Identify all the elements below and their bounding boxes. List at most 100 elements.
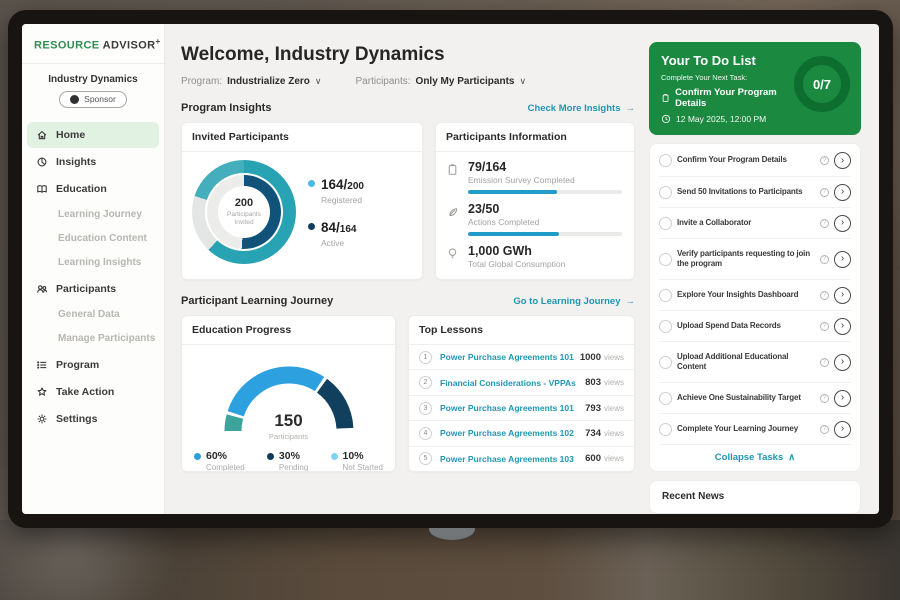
lesson-row: 3 Power Purchase Agreements 101 793 view… [409, 395, 634, 420]
progress-bar [468, 190, 622, 194]
top-lessons-card: Top Lessons 1 Power Purchase Agreements … [408, 315, 635, 472]
sidebar-item-label: Participants [56, 283, 116, 295]
invited-donut-body: 200 Participants Invited 164/200 Registe… [182, 152, 422, 272]
check-more-insights-link[interactable]: Check More Insights → [528, 103, 635, 114]
task-open-button[interactable]: › [834, 390, 851, 407]
task-label: Invite a Collaborator [677, 218, 815, 228]
lesson-views-suffix: views [604, 353, 624, 362]
info-icon[interactable]: ? [820, 156, 829, 165]
donut-center-label: Participants Invited [222, 211, 266, 228]
task-row[interactable]: Explore Your Insights Dashboard ? › [659, 279, 851, 310]
task-checkbox[interactable] [659, 320, 672, 333]
task-row[interactable]: Send 50 Invitations to Participants ? › [659, 176, 851, 207]
info-icon[interactable]: ? [820, 188, 829, 197]
sidebar: RESOURCE ADVISOR+ Industry Dynamics Spon… [22, 24, 165, 514]
sidebar-item-learning-insights[interactable]: Learning Insights [22, 251, 164, 275]
todo-progress-ring: 0/7 [794, 56, 850, 112]
info-icon[interactable]: ? [820, 322, 829, 331]
lesson-title-link[interactable]: Power Purchase Agreements 101 [440, 352, 580, 362]
task-checkbox[interactable] [659, 356, 672, 369]
legend-pct: 60% [206, 450, 227, 462]
stat-emission-survey: 79/164 Emission Survey Completed [436, 152, 634, 194]
clipboard-icon [661, 93, 670, 103]
info-icon[interactable]: ? [820, 358, 829, 367]
education-legend: 60% Completed 30% Pending 10% Not Starte… [182, 441, 395, 472]
task-open-button[interactable]: › [834, 354, 851, 371]
go-to-learning-journey-link[interactable]: Go to Learning Journey → [513, 296, 635, 307]
stat-label: Total Global Consumption [468, 259, 622, 269]
chevron-right-icon: › [841, 217, 844, 228]
invited-participants-card: Invited Participants 200 Participants In… [181, 122, 423, 280]
star-action-icon [36, 386, 48, 398]
info-icon[interactable]: ? [820, 394, 829, 403]
collapse-tasks-link[interactable]: Collapse Tasks ∧ [659, 444, 851, 470]
lesson-title-link[interactable]: Power Purchase Agreements 103 [440, 454, 585, 464]
sidebar-item-take-action[interactable]: Take Action [27, 379, 159, 405]
chevron-right-icon: › [841, 392, 844, 403]
task-open-button[interactable]: › [834, 421, 851, 438]
sidebar-item-settings[interactable]: Settings [27, 406, 159, 432]
logo-primary: RESOURCE [34, 40, 100, 52]
task-checkbox[interactable] [659, 392, 672, 405]
task-row[interactable]: Achieve One Sustainability Target ? › [659, 382, 851, 413]
task-checkbox[interactable] [659, 217, 672, 230]
task-row[interactable]: Complete Your Learning Journey ? › [659, 413, 851, 444]
sidebar-item-education[interactable]: Education [27, 176, 159, 202]
info-icon[interactable]: ? [820, 291, 829, 300]
lesson-views-suffix: views [604, 404, 624, 413]
sidebar-subitem-label: Learning Journey [58, 209, 142, 220]
task-row[interactable]: Upload Additional Educational Content ? … [659, 341, 851, 382]
sidebar-item-education-content[interactable]: Education Content [22, 227, 164, 251]
lesson-title-link[interactable]: Power Purchase Agreements 102 [440, 428, 585, 438]
task-row[interactable]: Confirm Your Program Details ? › [659, 145, 851, 176]
task-checkbox[interactable] [659, 253, 672, 266]
todo-due-label: 12 May 2025, 12:00 PM [676, 114, 766, 124]
sidebar-item-learning-journey[interactable]: Learning Journey [22, 203, 164, 227]
sidebar-item-label: Insights [56, 156, 96, 168]
info-icon[interactable]: ? [820, 425, 829, 434]
task-open-button[interactable]: › [834, 152, 851, 169]
stat-value: 1,000 GWh [468, 244, 622, 258]
info-icon[interactable]: ? [820, 219, 829, 228]
sidebar-item-home[interactable]: Home [27, 122, 159, 148]
task-checkbox[interactable] [659, 423, 672, 436]
clock-icon [661, 114, 671, 124]
sidebar-item-program[interactable]: Program [27, 352, 159, 378]
sidebar-item-manage-participants[interactable]: Manage Participants [22, 327, 164, 351]
monitor-bezel: RESOURCE ADVISOR+ Industry Dynamics Spon… [8, 10, 893, 528]
collapse-tasks-label: Collapse Tasks [715, 452, 783, 463]
lesson-views: 793 [585, 403, 601, 414]
sidebar-item-insights[interactable]: Insights [27, 149, 159, 175]
task-open-button[interactable]: › [834, 287, 851, 304]
active-label: Active [321, 238, 356, 248]
sidebar-item-participants[interactable]: Participants [27, 276, 159, 302]
book-icon [36, 183, 48, 195]
task-row[interactable]: Invite a Collaborator ? › [659, 207, 851, 238]
legend-dot [331, 453, 338, 460]
sponsor-badge-label: Sponsor [84, 94, 116, 104]
sidebar-item-general-data[interactable]: General Data [22, 303, 164, 327]
lesson-views: 600 [585, 453, 601, 464]
lesson-rank: 3 [419, 402, 432, 415]
task-open-button[interactable]: › [834, 318, 851, 335]
program-filter[interactable]: Program: Industrialize Zero ∨ [181, 76, 322, 87]
legend-dot [267, 453, 274, 460]
task-open-button[interactable]: › [834, 215, 851, 232]
sidebar-item-label: Education [56, 183, 107, 195]
task-row[interactable]: Upload Spend Data Records ? › [659, 310, 851, 341]
task-label: Explore Your Insights Dashboard [677, 290, 815, 300]
card-title: Participants Information [436, 123, 634, 152]
learning-journey-title: Participant Learning Journey [181, 295, 333, 307]
participants-filter[interactable]: Participants: Only My Participants ∨ [356, 76, 527, 87]
task-row[interactable]: Verify participants requesting to join t… [659, 238, 851, 279]
task-open-button[interactable]: › [834, 251, 851, 268]
task-checkbox[interactable] [659, 289, 672, 302]
lesson-views-suffix: views [604, 378, 624, 387]
task-checkbox[interactable] [659, 154, 672, 167]
lesson-title-link[interactable]: Financial Considerations - VPPAs [440, 378, 585, 388]
task-label: Send 50 Invitations to Participants [677, 187, 815, 197]
lesson-title-link[interactable]: Power Purchase Agreements 101 [440, 403, 585, 413]
task-open-button[interactable]: › [834, 184, 851, 201]
task-checkbox[interactable] [659, 186, 672, 199]
info-icon[interactable]: ? [820, 255, 829, 264]
